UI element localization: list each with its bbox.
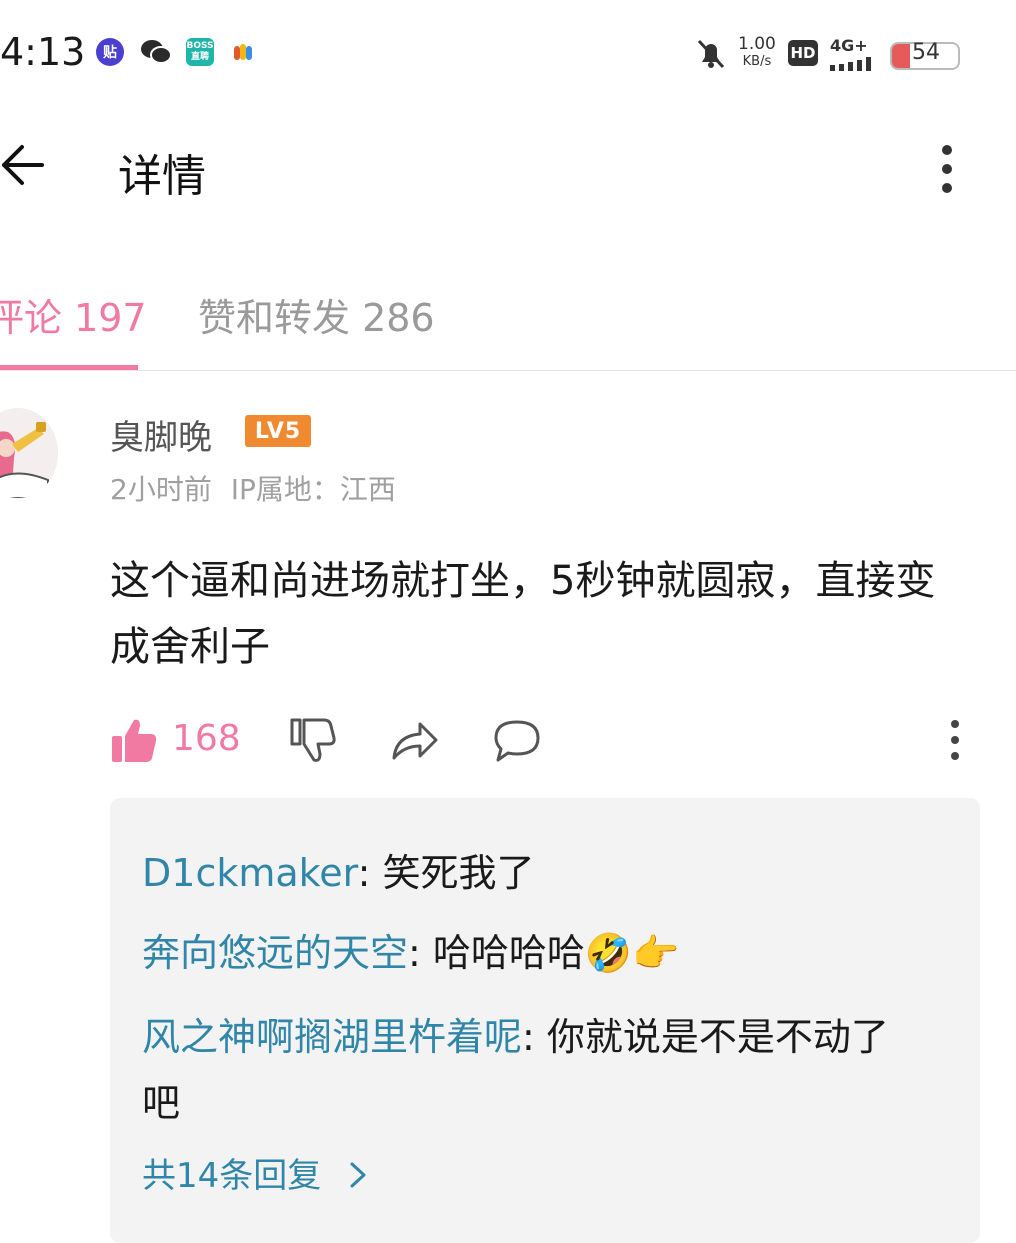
comment-ip: IP属地：江西 (230, 473, 396, 506)
username[interactable]: 臭脚晚 (110, 410, 212, 459)
wechat-app-icon (140, 38, 172, 66)
tab-likes-reposts[interactable]: 赞和转发 286 (198, 287, 435, 342)
hd-badge: HD (788, 40, 818, 66)
page-title: 详情 (118, 151, 206, 202)
reply-author[interactable]: D1ckmaker (142, 851, 358, 895)
speed-unit: KB/s (742, 54, 772, 69)
reply-item[interactable]: 风之神啊搁湖里杵着呢: 你就说是不是不动了吧 (142, 1004, 902, 1136)
tab-comments[interactable]: 评论 197 (0, 287, 147, 342)
like-icon[interactable] (110, 716, 158, 764)
reply-item[interactable]: D1ckmaker: 笑死我了 (142, 842, 535, 897)
network-speed: 1.00 KB/s (738, 36, 776, 70)
chevron-right-icon (350, 1162, 366, 1188)
back-arrow-icon[interactable] (0, 140, 50, 190)
tieba-app-icon: 贴 (96, 38, 124, 66)
comment-meta: 2小时前 IP属地：江西 (110, 468, 396, 508)
more-menu-icon[interactable] (930, 142, 964, 196)
reply-more-label: 共14条回复 (142, 1156, 322, 1196)
speed-value: 1.00 (738, 34, 776, 54)
dislike-icon[interactable] (288, 716, 336, 764)
tab-divider (0, 370, 1016, 371)
reply-text: : 笑死我了 (357, 851, 535, 895)
level-badge: LV5 (245, 415, 311, 447)
comment-text: 这个逼和尚进场就打坐，5秒钟就圆寂，直接变成舍利子 (110, 558, 936, 670)
comment-more-icon[interactable] (940, 716, 970, 764)
mute-bell-icon (696, 38, 726, 70)
colorful-app-icon (232, 42, 254, 64)
view-all-replies-link[interactable]: 共14条回复 (142, 1148, 370, 1197)
reply-item[interactable]: 奔向悠远的天空: 哈哈哈哈🤣👉 (142, 922, 680, 977)
comment-icon[interactable] (492, 716, 542, 764)
signal-icon (830, 56, 878, 71)
boss-zhipin-app-icon: BOSS直聘 (186, 38, 214, 66)
like-count: 168 (172, 718, 241, 759)
network-type: 4G+ (830, 36, 868, 55)
avatar[interactable] (0, 408, 58, 498)
battery-level: 54 (912, 40, 940, 65)
reply-author[interactable]: 奔向悠远的天空 (142, 931, 408, 975)
reply-text: : 哈哈哈哈🤣👉 (408, 931, 680, 975)
status-time: 4:13 (0, 30, 86, 74)
reply-author[interactable]: 风之神啊搁湖里杵着呢 (142, 1015, 522, 1059)
comment-time: 2小时前 (110, 473, 212, 506)
share-icon[interactable] (390, 716, 440, 764)
